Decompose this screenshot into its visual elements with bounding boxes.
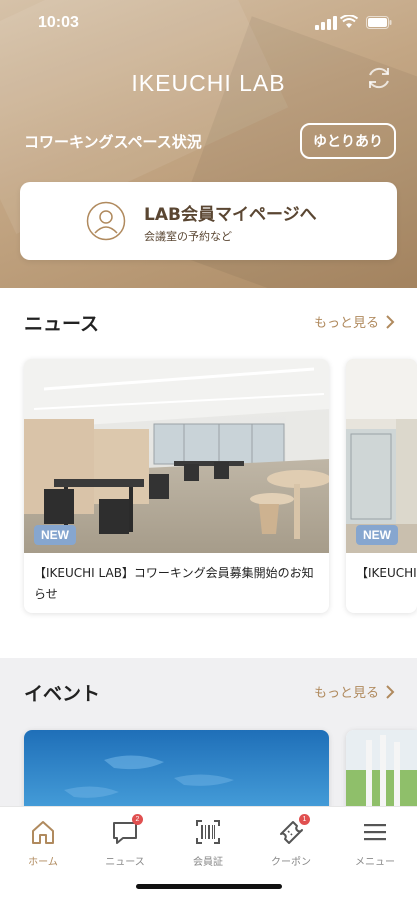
tab-news[interactable]: 2 ニュース [90,814,160,868]
chevron-right-icon [386,684,395,699]
news-card[interactable]: NEW 【IKEUCHI LAB】ンの実施 [346,359,417,613]
wifi-icon [340,15,358,28]
menu-icon [364,824,386,841]
home-indicator [136,884,282,889]
barcode-icon [196,820,220,844]
event-more-label: もっと見る [313,686,379,701]
building-photo [346,359,417,553]
mypage-subtitle: 会議室の予約など [144,230,232,243]
tab-coupon-label: クーポン [271,857,311,868]
new-badge: NEW [34,525,76,545]
tab-menu-label: メニュー [355,857,395,868]
event-section: イベント もっと見る [0,658,417,820]
event-more-link[interactable]: もっと見る [314,682,395,701]
member-mypage-button[interactable]: LAB会員マイページへ 会議室の予約など [20,182,397,260]
news-section: ニュース もっと見る NEW 【IKEUCHI LAB】コワーキング会員募集開始… [0,288,417,658]
news-card-text: 【IKEUCHI LAB】ンの実施 [356,566,417,580]
news-more-label: もっと見る [313,316,379,331]
news-card[interactable]: NEW 【IKEUCHI LAB】コワーキング会員募集開始のお知らせ [24,359,329,613]
signal-icon [315,16,337,30]
news-card-text: 【IKEUCHI LAB】コワーキング会員募集開始のお知らせ [34,566,314,601]
tab-coupon[interactable]: 1 クーポン [256,814,326,868]
coupon-notification-badge: 1 [299,814,310,825]
event-title: イベント [24,683,101,705]
status-bar: 10:03 [0,0,417,48]
chevron-right-icon [386,314,395,329]
tab-home-label: ホーム [28,857,58,868]
coworking-status-badge[interactable]: ゆとりあり [300,123,396,159]
tab-member-card-label: 会員証 [193,857,223,868]
news-title: ニュース [24,313,100,335]
news-card-image [346,359,417,553]
tab-menu[interactable]: メニュー [340,817,410,868]
tab-member-card[interactable]: 会員証 [173,817,243,868]
coworking-status-label: コワーキングスペース状況 [24,133,202,151]
coworking-room-photo [24,359,329,553]
news-card-image [24,359,329,553]
refresh-icon[interactable] [364,63,394,93]
home-icon [32,821,54,844]
tab-news-label: ニュース [105,857,145,868]
news-more-link[interactable]: もっと見る [314,312,395,331]
status-time: 10:03 [38,14,79,31]
tab-home[interactable]: ホーム [8,817,78,868]
new-badge: NEW [356,525,398,545]
app-title: IKEUCHI LAB [131,70,286,96]
battery-icon [366,16,392,29]
user-icon [86,201,126,241]
mypage-title: LAB会員マイページへ [144,205,317,225]
news-notification-badge: 2 [132,814,143,825]
header: 10:03 IKEUCHI LAB コワーキングスペース状況 ゆとりあり LAB… [0,0,417,288]
